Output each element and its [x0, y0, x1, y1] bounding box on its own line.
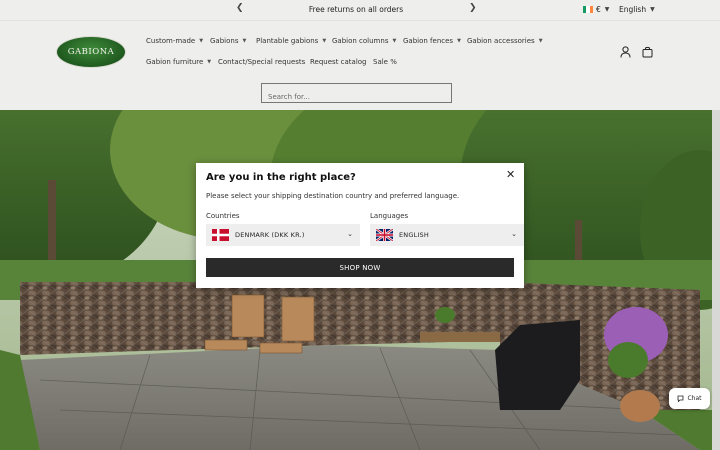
nav-label: Contact/Special requests — [218, 58, 306, 66]
chevron-down-icon: ▼ — [538, 38, 543, 44]
chevron-down-icon: ▼ — [322, 38, 327, 44]
language-label: English — [619, 5, 647, 14]
search-field[interactable] — [261, 83, 452, 106]
countries-label: Countries — [206, 212, 240, 220]
chevron-down-icon: ▼ — [199, 38, 204, 44]
nav-label: Gabion furniture — [146, 58, 204, 66]
modal-subtitle: Please select your shipping destination … — [206, 192, 460, 200]
chevron-down-icon: ▼ — [392, 38, 397, 44]
nav-gabion-columns[interactable]: Gabion columns ▼ — [332, 37, 396, 45]
chevron-down-icon: ▼ — [242, 38, 247, 44]
chevron-down-icon: ⌄ — [511, 230, 517, 238]
denmark-flag-icon — [212, 229, 229, 241]
nav-label: Sale % — [373, 58, 397, 66]
uk-flag-icon — [376, 229, 393, 241]
nav-label: Gabion fences — [403, 37, 454, 45]
nav-plantable-gabions[interactable]: Plantable gabions ▼ — [256, 37, 326, 45]
chat-icon — [678, 395, 684, 402]
chat-label: Chat — [687, 395, 702, 402]
logo-text: GABIONA — [67, 47, 115, 57]
nav-label: Gabion accessories — [467, 37, 535, 45]
nav-label: Gabion columns — [332, 37, 389, 45]
chevron-down-icon: ▼ — [650, 6, 655, 13]
chat-button[interactable]: Chat — [669, 388, 710, 409]
language-value: ENGLISH — [399, 231, 429, 239]
nav-request-catalog[interactable]: Request catalog — [310, 58, 367, 66]
nav-gabion-furniture[interactable]: Gabion furniture ▼ — [146, 58, 211, 66]
nav-gabion-accessories[interactable]: Gabion accessories ▼ — [467, 37, 543, 45]
language-selector[interactable]: English ▼ — [619, 5, 655, 14]
country-value: DENMARK (DKK KR.) — [235, 231, 305, 239]
chevron-right-icon[interactable]: ❯ — [469, 3, 477, 13]
shop-now-button[interactable]: SHOP NOW — [206, 258, 514, 277]
cart-icon[interactable] — [640, 45, 654, 59]
currency-label: € — [596, 5, 601, 14]
chevron-down-icon: ▼ — [457, 38, 461, 44]
nav-sale[interactable]: Sale % — [373, 58, 397, 66]
logo[interactable]: GABIONA — [56, 36, 126, 68]
nav-label: Custom-made — [146, 37, 196, 45]
nav-contact[interactable]: Contact/Special requests — [218, 58, 305, 66]
chevron-down-icon: ⌄ — [347, 230, 353, 238]
nav-label: Gabions — [210, 37, 239, 45]
chevron-down-icon: ▼ — [604, 6, 610, 13]
nav-custom-made[interactable]: Custom-made ▼ — [146, 37, 203, 45]
country-select[interactable]: DENMARK (DKK KR.) ⌄ — [206, 224, 360, 246]
nav-gabions[interactable]: Gabions ▼ — [210, 37, 246, 45]
search-input[interactable] — [262, 88, 451, 106]
languages-label: Languages — [370, 212, 409, 220]
scrollbar[interactable] — [712, 110, 720, 450]
nav-label: Plantable gabions — [256, 37, 319, 45]
modal-title: Are you in the right place? — [206, 172, 356, 183]
language-select[interactable]: ENGLISH ⌄ — [370, 224, 524, 246]
nav-gabion-fences[interactable]: Gabion fences ▼ — [403, 37, 461, 45]
country-language-modal: Are you in the right place? ✕ Please sel… — [196, 163, 524, 288]
chevron-down-icon: ▼ — [207, 59, 212, 65]
nav-label: Request catalog — [310, 58, 367, 66]
currency-selector[interactable]: € ▼ — [583, 5, 609, 14]
announcement-bar: ❮ Free returns on all orders ❯ € ▼ Engli… — [0, 0, 720, 20]
ireland-flag-icon — [583, 6, 593, 13]
site-header: GABIONA Custom-made ▼ Gabions ▼ Plantable … — [0, 20, 720, 110]
close-icon[interactable]: ✕ — [506, 169, 515, 180]
user-icon[interactable] — [618, 45, 632, 59]
